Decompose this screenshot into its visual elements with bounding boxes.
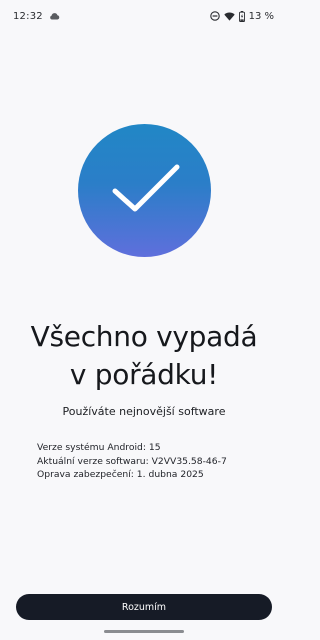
battery-percent: 13 % — [248, 10, 274, 22]
security-patch-text: Oprava zabezpečení: 1. dubna 2025 — [37, 469, 204, 480]
cloud-icon — [49, 12, 60, 20]
battery-icon — [238, 10, 245, 22]
checkmark-icon — [105, 159, 185, 223]
page-title-line-1: Všechno vypadá — [30, 320, 258, 353]
got-it-button[interactable]: Rozumím — [16, 594, 272, 620]
status-bar: 12:32 13 % — [0, 0, 288, 32]
status-right: 13 % — [209, 10, 274, 22]
android-version-text: Verze systému Android: 15 — [37, 442, 161, 453]
status-left: 12:32 — [13, 11, 60, 22]
do-not-disturb-icon — [209, 11, 220, 21]
software-update-screen: 12:32 13 % Všechno vypadá v pořádku! Pou… — [0, 0, 288, 640]
status-time: 12:32 — [13, 10, 43, 22]
page-title-line-2: v pořádku! — [69, 358, 219, 391]
status-message: Používáte nejnovější software — [62, 405, 226, 418]
success-badge — [78, 124, 211, 257]
wifi-icon — [223, 12, 235, 21]
software-version-text: Aktuální verze softwaru: V2VV35.58-46-7 — [37, 455, 227, 467]
version-info: Verze systému Android: 15 Aktuální verze… — [37, 441, 267, 482]
gesture-nav-handle[interactable] — [104, 630, 184, 633]
page-title: Všechno vypadá v pořádku! — [0, 318, 288, 394]
